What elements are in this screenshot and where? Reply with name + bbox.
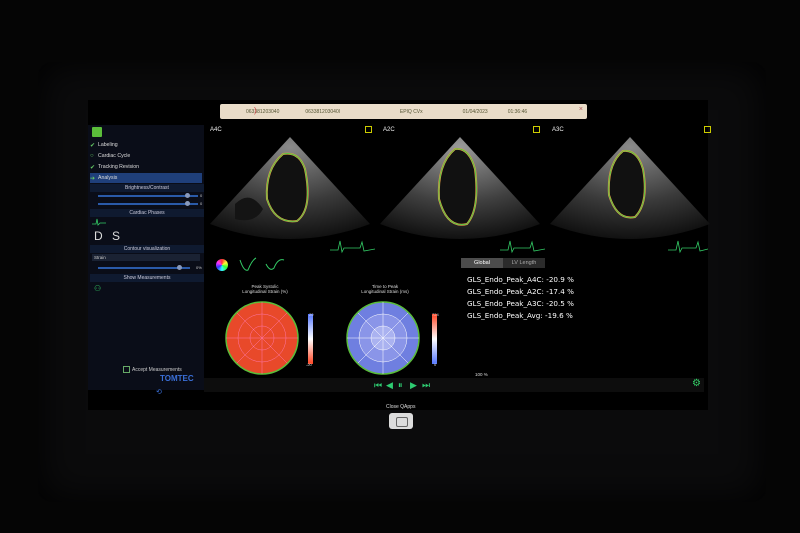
time-color-scale: [432, 314, 437, 364]
section-contour: Contour visualization: [90, 245, 204, 253]
zoom-level[interactable]: 100 %: [475, 372, 488, 377]
contour-select[interactable]: Strain: [92, 254, 200, 261]
close-qapps-label: Close QApps: [386, 404, 416, 410]
ecg-strip-a4c: [330, 240, 375, 254]
result-a4c: GLS_Endo_Peak_A4C: -20.9 %: [467, 275, 574, 284]
sidebar-item-labeling[interactable]: ✔ Labeling: [90, 140, 202, 150]
check-icon: ✔: [90, 142, 96, 149]
time-scale-top: 724: [432, 312, 439, 317]
strain-color-scale: [308, 314, 313, 364]
result-a2c: GLS_Endo_Peak_A2C: -17.4 %: [467, 287, 574, 296]
back-icon[interactable]: ): [254, 106, 257, 115]
header-id2: 063381203040l: [305, 108, 340, 115]
contrast-slider[interactable]: [98, 201, 198, 206]
slider-handle[interactable]: [185, 193, 190, 198]
header-date: 01/04/2023: [462, 108, 488, 115]
map-title-time: Time to Peak Longitudinal Strain (ms): [361, 284, 409, 294]
arrow-right-icon: ➔: [90, 175, 96, 182]
ecg-strip-a2c: [500, 240, 545, 254]
strain-scale-top: 20: [309, 312, 314, 317]
bullseye-strain[interactable]: [222, 298, 302, 378]
skip-start-icon[interactable]: ⏮: [374, 381, 382, 390]
slider-handle[interactable]: [185, 201, 190, 206]
map-title-strain: Peak Systolic Longitudinal Strain (%): [242, 284, 288, 294]
tab-lv-length[interactable]: LV Length: [503, 258, 545, 268]
step-back-icon[interactable]: ◀: [386, 381, 393, 390]
header-time: 01:36:46: [507, 108, 528, 115]
skip-end-icon[interactable]: ⏭: [422, 381, 430, 390]
result-a3c: GLS_Endo_Peak_A3C: -20.5 %: [467, 299, 574, 308]
brightness-value: 0: [200, 193, 203, 198]
ecg-mini-icon: [92, 218, 106, 226]
sidebar-item-analysis[interactable]: ➔ Analysis: [90, 173, 202, 183]
sidebar-item-tracking-revision[interactable]: ✔ Tracking Revision: [90, 162, 202, 172]
bullseye-time[interactable]: [343, 298, 423, 378]
tomtec-logo: TOMTEC: [160, 374, 194, 383]
slider-handle[interactable]: [177, 265, 182, 270]
brightness-slider[interactable]: [98, 193, 198, 198]
header-id1: 063381203040: [246, 108, 280, 115]
patient-header-bar: ) 063381203040 063381203040l EPIQ CVx 01…: [220, 104, 587, 119]
window-icon: [396, 417, 408, 427]
playback-bar: [204, 378, 704, 392]
step-forward-icon[interactable]: ▶: [410, 381, 417, 390]
echo-image-a2c[interactable]: [375, 129, 545, 244]
contour-slider[interactable]: [98, 265, 190, 270]
header-app: EPIQ CVx: [399, 108, 423, 115]
pause-icon[interactable]: ⏸: [398, 381, 403, 390]
menu-toggle-icon[interactable]: [92, 127, 102, 137]
sidebar-item-cardiac-cycle[interactable]: ○ Cardiac Cycle: [90, 151, 202, 161]
tab-global[interactable]: Global: [461, 258, 503, 268]
close-icon[interactable]: ×: [579, 106, 583, 113]
sidebar-item-label: Labeling: [98, 142, 118, 148]
section-show-measurements: Show Measurements: [90, 274, 204, 282]
section-cardiac-phases: Cardiac Phases: [90, 209, 204, 217]
refresh-icon[interactable]: ⟲: [156, 388, 162, 396]
time-scale-bottom: 0: [434, 362, 437, 367]
sidebar-item-label: Cardiac Cycle: [98, 153, 131, 159]
sidebar-item-label: Analysis: [98, 175, 118, 181]
measurements-icon[interactable]: ⚇: [94, 284, 101, 293]
phase-markers[interactable]: D S: [94, 229, 123, 243]
checkbox-icon[interactable]: [123, 366, 130, 373]
strain-scale-bottom: -20: [306, 362, 312, 367]
echo-image-a4c[interactable]: [205, 129, 375, 244]
section-brightness: Brightness/Contrast: [90, 184, 204, 192]
close-qapps-button[interactable]: [389, 413, 413, 429]
echo-image-a3c[interactable]: [545, 129, 715, 244]
sidebar-item-label: Tracking Revision: [98, 164, 140, 170]
contour-value: 0%: [196, 265, 202, 270]
color-wheel-icon[interactable]: [216, 259, 228, 271]
gear-icon[interactable]: ⚙: [692, 378, 701, 389]
strain-curve-icon: [239, 257, 285, 271]
result-avg: GLS_Endo_Peak_Avg: -19.6 %: [467, 311, 573, 320]
contrast-value: 0: [200, 201, 203, 206]
circle-icon: ○: [90, 153, 94, 159]
accept-label: Accept Measurements: [132, 366, 182, 373]
ecg-strip-a3c: [668, 240, 708, 254]
check-icon: ✔: [90, 164, 96, 171]
accept-measurements[interactable]: Accept Measurements: [123, 366, 182, 373]
